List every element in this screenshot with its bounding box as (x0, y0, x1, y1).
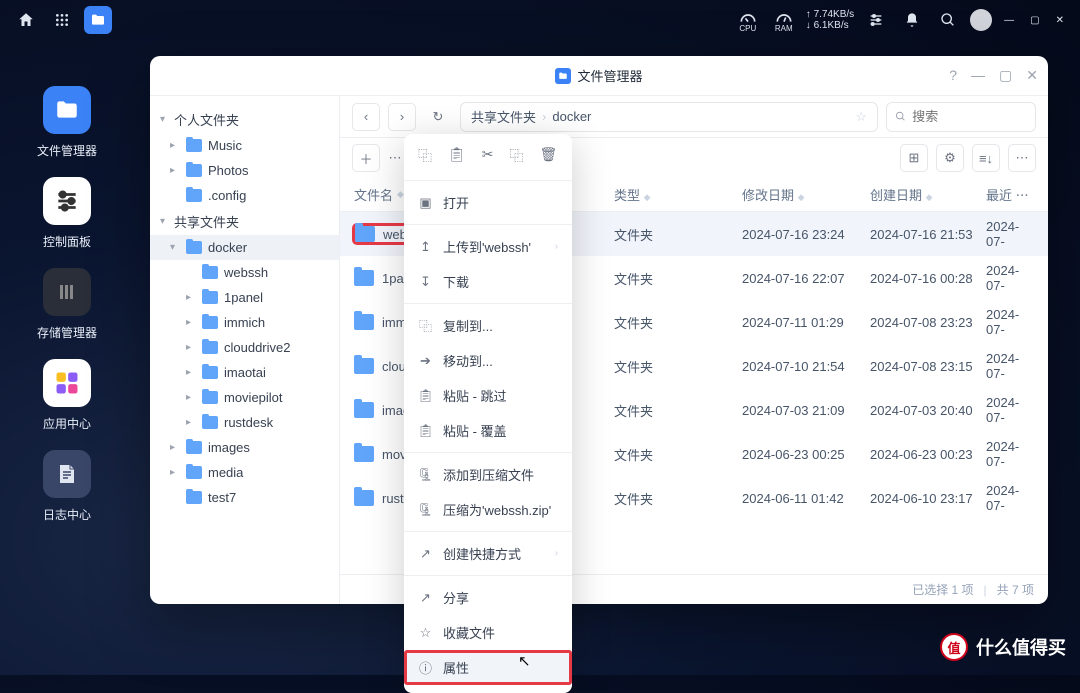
system-taskbar: CPU RAM ↑ 7.74KB/s ↓ 6.1KB/s — ▢ ✕ (0, 0, 1080, 40)
sidebar-item-moviepilot[interactable]: ▸moviepilot (150, 385, 339, 410)
window-minimize-icon[interactable]: — (971, 67, 985, 84)
breadcrumb-segment[interactable]: docker (552, 109, 591, 124)
ctx-paste-skip[interactable]: 📋︎粘贴 - 跳过 (404, 378, 572, 413)
sidebar-item-images[interactable]: ▸images (150, 435, 339, 460)
sidebar-group-shared[interactable]: ▾共享文件夹 (150, 208, 339, 235)
watermark: 值 什么值得买 (940, 633, 1066, 661)
ctx-favorite[interactable]: ☆收藏文件 (404, 615, 572, 650)
search-input[interactable] (886, 102, 1036, 132)
sidebar-item-music[interactable]: ▸Music (150, 133, 339, 158)
help-button[interactable]: ? (949, 67, 957, 84)
user-avatar[interactable] (970, 9, 992, 31)
nav-toolbar: ‹ › ↻ 共享文件夹 › docker ☆ (340, 96, 1048, 138)
sort-button[interactable]: ≡↓ (972, 144, 1000, 172)
forward-button[interactable]: › (388, 103, 416, 131)
ctx-paste-icon[interactable]: 📋︎ (448, 146, 466, 166)
ram-gauge-icon[interactable]: RAM (770, 6, 798, 34)
star-icon[interactable]: ☆ (855, 109, 867, 125)
ctx-delete-icon[interactable]: 🗑︎ (540, 146, 558, 166)
sidebar-item-media[interactable]: ▸media (150, 460, 339, 485)
col-type[interactable]: 类型 ◆ (614, 185, 742, 204)
ctx-move-to[interactable]: ➔移动到... (404, 343, 572, 378)
breadcrumb-segment[interactable]: 共享文件夹 (471, 107, 536, 126)
more-button[interactable]: ⋯ (388, 144, 402, 172)
window-maximize-icon[interactable]: ▢ (999, 67, 1012, 84)
col-last[interactable]: 最近 ⋯ (986, 185, 1034, 204)
ctx-open[interactable]: ▣打开 (404, 185, 572, 220)
context-menu: ⿻ 📋︎ ✂ ⿻ 🗑︎ ▣打开 ↥上传到'webssh'› ↧下载 ⿻复制到..… (404, 134, 572, 693)
status-total: 共 7 项 (997, 581, 1034, 598)
window-close-icon[interactable]: ✕ (1026, 67, 1038, 84)
dock-storage-manager[interactable]: 存储管理器 (22, 268, 112, 341)
overflow-button[interactable]: ⋯ (1008, 144, 1036, 172)
sidebar-item-rustdesk[interactable]: ▸rustdesk (150, 410, 339, 435)
sidebar-group-personal[interactable]: ▾个人文件夹 (150, 106, 339, 133)
add-button[interactable]: ＋ (352, 144, 380, 172)
search-icon[interactable] (934, 6, 962, 34)
settings-gear-button[interactable]: ⚙ (936, 144, 964, 172)
window-titlebar: 文件管理器 ? — ▢ ✕ (150, 56, 1048, 96)
dock-file-manager[interactable]: 文件管理器 (22, 86, 112, 159)
sidebar-item-config[interactable]: .config (150, 183, 339, 208)
sidebar-item-docker[interactable]: ▾docker (150, 235, 339, 260)
ctx-download[interactable]: ↧下载 (404, 264, 572, 299)
dock-log-center[interactable]: 日志中心 (22, 450, 112, 523)
ctx-duplicate-icon[interactable]: ⿻ (510, 146, 524, 166)
col-created[interactable]: 创建日期 ◆ (870, 185, 986, 204)
ctx-share[interactable]: ↗分享 (404, 580, 572, 615)
sidebar-item-test7[interactable]: test7 (150, 485, 339, 510)
ctx-cut-icon[interactable]: ✂ (482, 146, 494, 166)
cpu-gauge-icon[interactable]: CPU (734, 6, 762, 34)
dock-app-center[interactable]: 应用中心 (22, 359, 112, 432)
sidebar-item-clouddrive2[interactable]: ▸clouddrive2 (150, 335, 339, 360)
ctx-shortcut[interactable]: ↗创建快捷方式› (404, 536, 572, 571)
ctx-copy-to[interactable]: ⿻复制到... (404, 308, 572, 343)
status-selected: 已选择 1 项 (912, 581, 973, 598)
file-manager-window: 文件管理器 ? — ▢ ✕ ▾个人文件夹 ▸Music ▸Photos .con… (150, 56, 1048, 604)
minimize-icon[interactable]: — (1000, 15, 1018, 26)
ctx-zip-as[interactable]: 🗜︎压缩为'webssh.zip' (404, 492, 572, 527)
folder-icon (555, 68, 571, 84)
file-manager-taskbar-icon[interactable] (84, 6, 112, 34)
ctx-add-zip[interactable]: 🗜︎添加到压缩文件 (404, 457, 572, 492)
refresh-button[interactable]: ↻ (424, 103, 452, 131)
settings-sliders-icon[interactable] (862, 6, 890, 34)
maximize-icon[interactable]: ▢ (1026, 15, 1043, 26)
view-mode-button[interactable]: ⊞ (900, 144, 928, 172)
sidebar-item-imaotai[interactable]: ▸imaotai (150, 360, 339, 385)
sidebar-item-immich[interactable]: ▸immich (150, 310, 339, 335)
ctx-paste-over[interactable]: 📋︎粘贴 - 覆盖 (404, 413, 572, 448)
col-modified[interactable]: 修改日期 ◆ (742, 185, 870, 204)
sidebar-item-photos[interactable]: ▸Photos (150, 158, 339, 183)
watermark-badge-icon: 值 (940, 633, 968, 661)
ctx-copy-icon[interactable]: ⿻ (418, 146, 432, 166)
network-stats: ↑ 7.74KB/s ↓ 6.1KB/s (806, 9, 854, 31)
close-icon[interactable]: ✕ (1052, 15, 1068, 26)
window-title: 文件管理器 (577, 66, 642, 85)
ctx-upload-to[interactable]: ↥上传到'webssh'› (404, 229, 572, 264)
dock-control-panel[interactable]: 控制面板 (22, 177, 112, 250)
ctx-properties[interactable]: ⓘ属性 (404, 650, 572, 685)
apps-grid-icon[interactable] (48, 6, 76, 34)
breadcrumb[interactable]: 共享文件夹 › docker ☆ (460, 102, 878, 132)
home-icon[interactable] (12, 6, 40, 34)
notifications-icon[interactable] (898, 6, 926, 34)
back-button[interactable]: ‹ (352, 103, 380, 131)
desktop-dock: 文件管理器 控制面板 存储管理器 应用中心 日志中心 (22, 86, 112, 523)
sidebar-item-1panel[interactable]: ▸1panel (150, 285, 339, 310)
folder-tree-sidebar[interactable]: ▾个人文件夹 ▸Music ▸Photos .config ▾共享文件夹 ▾do… (150, 96, 340, 604)
sidebar-item-webssh[interactable]: webssh (150, 260, 339, 285)
